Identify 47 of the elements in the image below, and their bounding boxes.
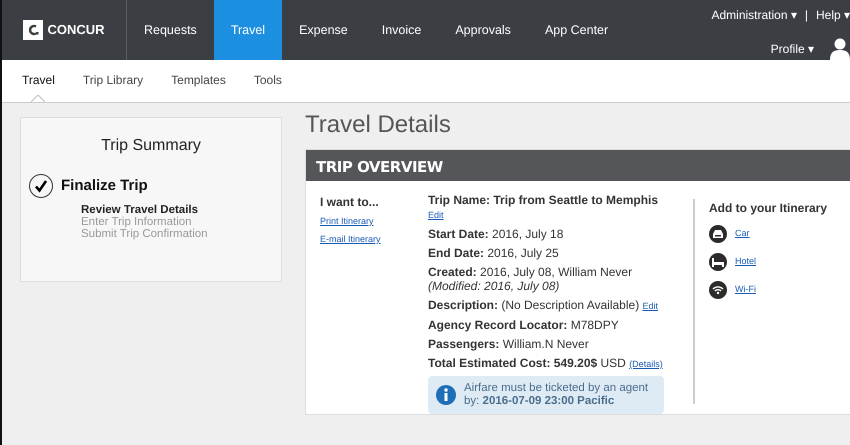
add-link[interactable]: Hotel [735,255,756,269]
edit-link[interactable]: (Details) [629,357,663,371]
nav-tab[interactable]: App Center [528,0,626,60]
modified-note: (Modified: 2016, July 08) [428,279,560,293]
separator: | [804,7,808,24]
notice-text: Airfare must be ticketed by an agent by: 2016-07-09 23:00 Pacific [464,382,650,408]
logo-text[interactable]: CONCUR [47,20,105,40]
detail-text: Passengers: William.N Never [428,337,589,351]
add-link[interactable]: Car [735,227,750,241]
section-title: I want to... [320,194,380,211]
admin-menu[interactable]: Administration ▾ [711,6,797,24]
nav-tab[interactable]: Approvals [438,0,528,60]
itinerary-link[interactable]: Print Itinerary [320,215,374,228]
profile-menu[interactable]: Profile ▾ [770,40,814,58]
nav-tab[interactable]: Invoice [364,0,438,60]
wifi-icon[interactable] [709,281,727,299]
detail-text: Description: (No Description Available) [428,298,640,312]
edit-link[interactable]: Edit [428,208,444,222]
subnav-tab[interactable]: Tools [254,60,282,102]
info-icon [436,385,456,405]
step-item: Submit Trip Confirmation [81,228,209,240]
detail-text: Trip Name: Trip from Seattle to Memphis [428,193,658,207]
subnav-tab[interactable]: Trip Library [82,60,144,102]
detail-text: End Date: 2016, July 25 [428,246,559,260]
subnav-tab[interactable]: Templates [171,60,226,102]
step-item: Review Travel Details [81,204,199,216]
step-title: Finalize Trip [61,176,148,196]
car-icon[interactable] [709,225,727,243]
detail-text: Created: 2016, July 08, William Never [428,265,632,279]
edit-link[interactable]: Edit [642,299,658,313]
nav-tab[interactable]: Requests [127,0,214,60]
detail-text: Total Estimated Cost: 549.20$ USD [428,356,626,370]
section-title: Add to your Itinerary [709,200,828,217]
add-link[interactable]: Wi-Fi [735,283,756,297]
page-title: Travel Details [305,110,452,140]
panel-title: Trip Summary [100,136,202,156]
step-item: Enter Trip Information [81,216,193,228]
subnav-tab[interactable]: Travel [22,60,55,102]
nav-tab[interactable]: Expense [282,0,365,60]
itinerary-link[interactable]: E-mail Itinerary [320,233,381,246]
bed-icon[interactable] [709,253,727,271]
help-menu[interactable]: Help ▾ [816,6,850,24]
logo-icon[interactable] [23,20,44,40]
card-header: TRIP OVERVIEW [306,150,850,181]
detail-text: Start Date: 2016, July 18 [428,227,564,241]
detail-text: Agency Record Locator: M78DPY [428,318,619,332]
avatar-icon[interactable] [830,38,850,60]
